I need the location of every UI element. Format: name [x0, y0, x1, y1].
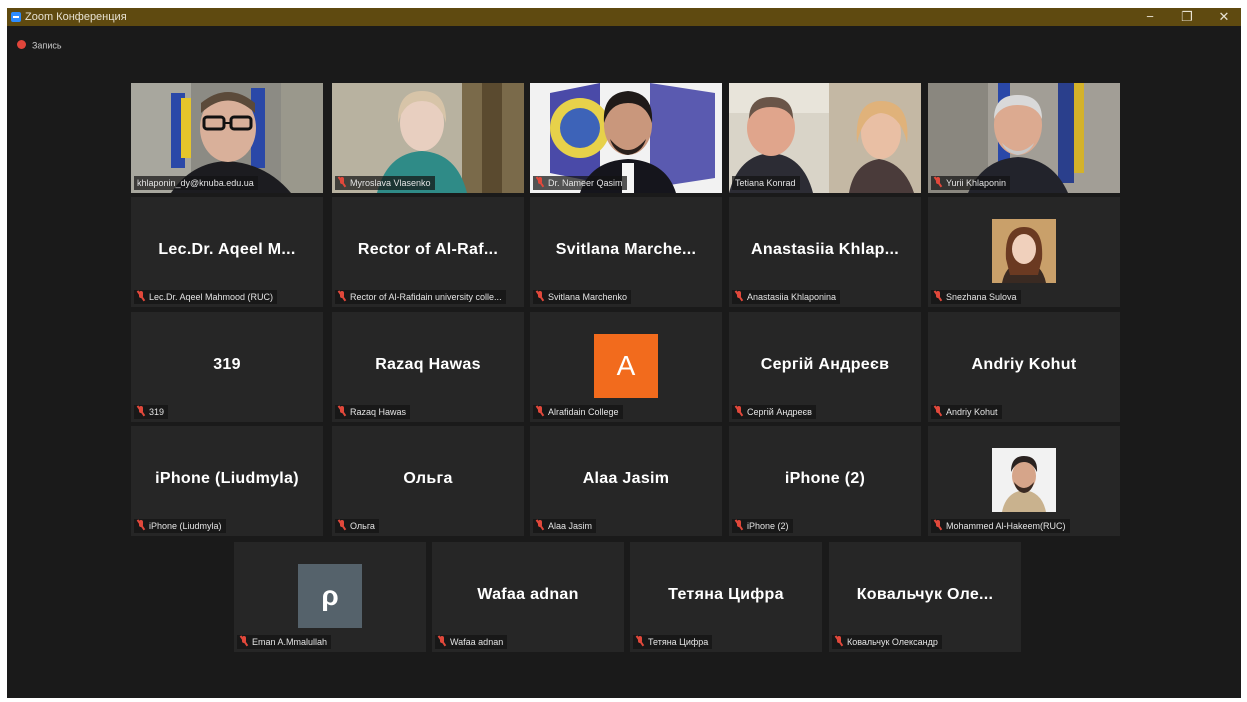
participant-name-label: Razaq Hawas: [335, 405, 411, 419]
participant-name-label: Alrafidain College: [533, 405, 623, 419]
muted-mic-icon: [240, 636, 248, 646]
participant-name-label: Tetiana Konrad: [732, 176, 800, 190]
participant-tile[interactable]: iPhone (Liudmyla) iPhone (Liudmyla): [131, 426, 323, 536]
muted-mic-icon: [536, 177, 544, 187]
participant-name-label: Lec.Dr. Aqeel Mahmood (RUC): [134, 290, 278, 304]
participant-display-name: iPhone (2): [784, 470, 866, 487]
participant-display-name: Ковальчук Оле...: [856, 586, 994, 603]
participant-tile[interactable]: Lec.Dr. Aqeel M... Lec.Dr. Aqeel Mahmood…: [131, 197, 323, 307]
participant-name-label: Anastasiia Khlaponina: [732, 290, 841, 304]
participant-name-label: 319: [134, 405, 169, 419]
participant-name-label: Wafaa adnan: [435, 635, 508, 649]
participant-display-name: Anastasiia Khlap...: [751, 241, 899, 258]
participant-name-label: Rector of Al-Rafidain university colle..…: [335, 290, 506, 304]
maximize-button[interactable]: ❐: [1170, 8, 1204, 26]
participant-display-name: 319: [213, 356, 241, 373]
muted-mic-icon: [735, 520, 743, 530]
minimize-button[interactable]: −: [1133, 8, 1167, 26]
muted-mic-icon: [536, 406, 544, 416]
muted-mic-icon: [934, 291, 942, 301]
muted-mic-icon: [934, 177, 942, 187]
participant-name-label: Alaa Jasim: [533, 519, 597, 533]
participant-display-name: Alaa Jasim: [582, 470, 670, 487]
participant-display-name: Rector of Al-Raf...: [357, 241, 499, 258]
participant-tile[interactable]: Mohammed Al-Hakeem(RUC): [928, 426, 1120, 536]
participant-tile[interactable]: A Alrafidain College: [530, 312, 722, 422]
participant-tile[interactable]: iPhone (2) iPhone (2): [729, 426, 921, 536]
participant-name-label: Yurii Khlaponin: [931, 176, 1011, 190]
zoom-app-icon: [11, 12, 21, 22]
muted-mic-icon: [438, 636, 446, 646]
participant-name-label: Svitlana Marchenko: [533, 290, 632, 304]
window-title: Zoom Конференция: [25, 11, 127, 23]
participant-display-name: Сергій Андреєв: [760, 356, 890, 373]
muted-mic-icon: [934, 406, 942, 416]
muted-mic-icon: [338, 520, 346, 530]
participant-tile[interactable]: Ковальчук Оле... Ковальчук Олександр: [829, 542, 1021, 652]
participant-name-label: Сергій Андреєв: [732, 405, 816, 419]
participant-name-label: Andriy Kohut: [931, 405, 1002, 419]
zoom-window: Zoom Конференция − ❐ ✕ Запись khlaponin_…: [7, 8, 1241, 698]
participant-display-name: Тетяна Цифра: [668, 586, 784, 603]
muted-mic-icon: [338, 406, 346, 416]
participant-display-name: Wafaa adnan: [477, 586, 579, 603]
muted-mic-icon: [536, 520, 544, 530]
participant-name-label: Myroslava Vlasenko: [335, 176, 435, 190]
muted-mic-icon: [338, 291, 346, 301]
participant-name-label: Dr. Nameer Qasim: [533, 176, 627, 190]
participant-name-label: Тетяна Цифра: [633, 635, 713, 649]
participant-display-name: Svitlana Marche...: [555, 241, 697, 258]
participant-tile[interactable]: Rector of Al-Raf... Rector of Al-Rafidai…: [332, 197, 524, 307]
recording-indicator[interactable]: Запись: [17, 38, 62, 52]
muted-mic-icon: [536, 291, 544, 301]
participant-display-name: iPhone (Liudmyla): [155, 470, 299, 487]
profile-photo-avatar: [992, 448, 1056, 512]
muted-mic-icon: [137, 406, 145, 416]
participant-name-label: Snezhana Sulova: [931, 290, 1021, 304]
participant-tile[interactable]: Anastasiia Khlap... Anastasiia Khlaponin…: [729, 197, 921, 307]
participant-tile[interactable]: Tetiana Konrad: [729, 83, 921, 193]
participant-name-label: iPhone (Liudmyla): [134, 519, 226, 533]
participant-name-label: Ковальчук Олександр: [832, 635, 942, 649]
participant-name-label: Mohammed Al-Hakeem(RUC): [931, 519, 1070, 533]
participant-name-label: iPhone (2): [732, 519, 793, 533]
participant-tile[interactable]: Сергій Андреєв Сергій Андреєв: [729, 312, 921, 422]
muted-mic-icon: [338, 177, 346, 187]
title-bar: Zoom Конференция − ❐ ✕: [7, 8, 1241, 26]
participant-display-name: Razaq Hawas: [375, 356, 481, 373]
participant-name-label: Eman A.Mmalullah: [237, 635, 332, 649]
initial-avatar: A: [594, 334, 658, 398]
participant-display-name: Ольга: [403, 470, 453, 487]
participant-tile[interactable]: Alaa Jasim Alaa Jasim: [530, 426, 722, 536]
muted-mic-icon: [636, 636, 644, 646]
participant-tile[interactable]: Wafaa adnan Wafaa adnan: [432, 542, 624, 652]
close-button[interactable]: ✕: [1207, 8, 1241, 26]
record-dot-icon: [17, 40, 26, 50]
participant-display-name: Andriy Kohut: [971, 356, 1077, 373]
muted-mic-icon: [934, 520, 942, 530]
participant-tile[interactable]: ρ Eman A.Mmalullah: [234, 542, 426, 652]
profile-photo-avatar: [992, 219, 1056, 283]
muted-mic-icon: [735, 291, 743, 301]
participant-tile[interactable]: Ольга Ольга: [332, 426, 524, 536]
participant-name-label: khlaponin_dy@knuba.edu.ua: [134, 176, 258, 190]
recording-label: Запись: [32, 40, 62, 51]
participant-tile[interactable]: Тетяна Цифра Тетяна Цифра: [630, 542, 822, 652]
participant-tile[interactable]: Snezhana Sulova: [928, 197, 1120, 307]
participant-tile[interactable]: Svitlana Marche... Svitlana Marchenko: [530, 197, 722, 307]
participant-tile[interactable]: 319 319: [131, 312, 323, 422]
muted-mic-icon: [735, 406, 743, 416]
participant-tile[interactable]: Myroslava Vlasenko: [332, 83, 524, 193]
muted-mic-icon: [137, 520, 145, 530]
muted-mic-icon: [835, 636, 843, 646]
initial-avatar: ρ: [298, 564, 362, 628]
participant-tile[interactable]: Dr. Nameer Qasim: [530, 83, 722, 193]
participant-tile[interactable]: Andriy Kohut Andriy Kohut: [928, 312, 1120, 422]
participant-name-label: Ольга: [335, 519, 379, 533]
participant-display-name: Lec.Dr. Aqeel M...: [158, 241, 296, 258]
participant-tile[interactable]: Yurii Khlaponin: [928, 83, 1120, 193]
participant-tile[interactable]: Razaq Hawas Razaq Hawas: [332, 312, 524, 422]
participant-tile[interactable]: khlaponin_dy@knuba.edu.ua: [131, 83, 323, 193]
muted-mic-icon: [137, 291, 145, 301]
